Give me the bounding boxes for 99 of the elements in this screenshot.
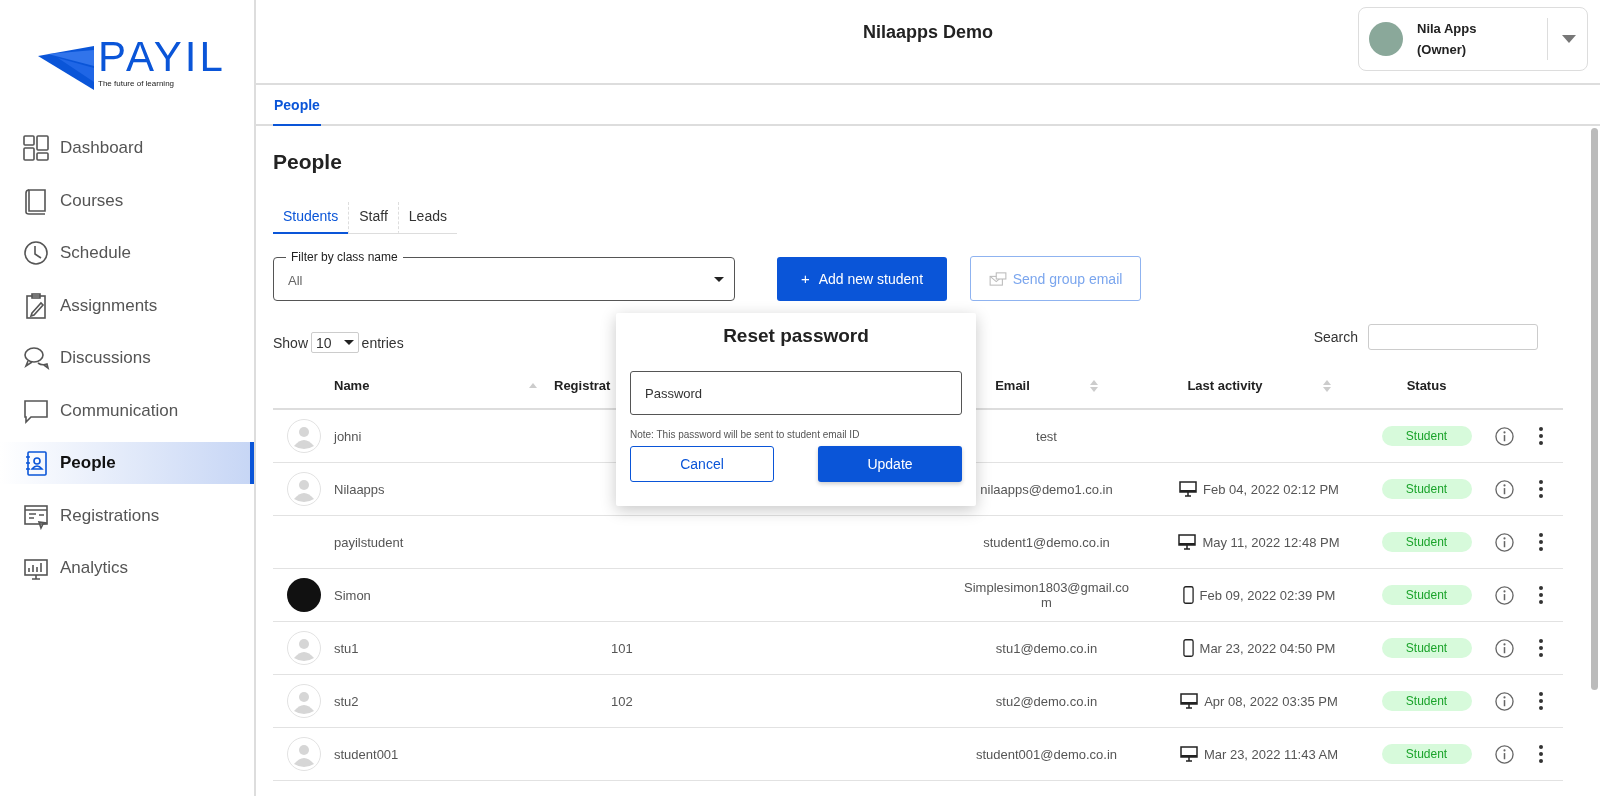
photo-placeholder	[1369, 22, 1403, 56]
status-badge: Student	[1381, 532, 1472, 552]
sidebar-item[interactable]: Assignments	[0, 284, 254, 327]
sidebar-item[interactable]: Discussions	[0, 337, 254, 379]
column-header[interactable]: Name	[334, 378, 554, 393]
name-cell-text: stu2	[334, 693, 360, 709]
more-options-icon[interactable]	[1538, 586, 1543, 604]
sidebar-item[interactable]: Dashboard	[0, 127, 254, 169]
last-activity-cell: Feb 04, 2022 02:12 PM	[1203, 481, 1339, 497]
brand-tagline: The future of learning	[98, 79, 176, 88]
caret-icon	[343, 340, 354, 345]
avatar-silhouette-icon	[286, 419, 321, 453]
avatar-silhouette-icon	[286, 684, 321, 718]
mobile-phone-icon	[1182, 585, 1194, 605]
member-type-tab[interactable]: Students	[273, 202, 349, 234]
brand-name: PAYIL	[98, 36, 226, 78]
status-badge: Student	[1381, 479, 1472, 499]
last-activity-cell: May 11, 2022 12:48 PM	[1202, 534, 1340, 550]
dashboard-icon	[22, 134, 50, 162]
email-cell: stu1@demo.co.in	[995, 640, 1098, 656]
sidebar-item[interactable]: Communication	[0, 389, 254, 432]
dialog-title: Reset password	[722, 325, 870, 347]
password-field[interactable]: Password	[630, 371, 962, 415]
info-icon[interactable]	[1494, 744, 1514, 764]
email-cell: student001@demo.co.in	[975, 746, 1118, 762]
desktop-icon	[1178, 534, 1197, 550]
status-badge: Student	[1381, 744, 1472, 764]
sidebar-item[interactable]: Schedule	[0, 232, 254, 274]
entries-label: entries	[361, 334, 404, 351]
caret-icon	[1562, 35, 1576, 43]
sort-icon	[1322, 379, 1331, 392]
caret-icon	[714, 276, 724, 282]
workspace-title: Nilaapps Demo	[862, 22, 993, 43]
last-activity-cell: Apr 08, 2022 03:35 PM	[1204, 693, 1338, 709]
search-field[interactable]	[1368, 323, 1538, 350]
avatar-silhouette-icon	[286, 737, 321, 771]
desktop-icon	[1180, 693, 1199, 709]
column-header[interactable]: Last activity	[1149, 378, 1369, 393]
info-icon[interactable]	[1494, 532, 1514, 552]
registration-cell: 101	[611, 640, 633, 656]
update-button[interactable]: Update	[818, 446, 962, 482]
email-cell: nilaapps@demo1.co.in	[980, 481, 1113, 497]
status-badge: Student	[1381, 638, 1472, 658]
envelope-icon	[988, 271, 1007, 286]
sort-icon	[529, 383, 538, 388]
sidebar-item[interactable]: Courses	[0, 179, 254, 222]
note-text: Note: This password will be sent to student email ID	[630, 429, 861, 440]
add-student-button[interactable]: + Add new student	[777, 256, 947, 301]
entries-dropdown[interactable]: 10	[311, 332, 359, 353]
chat-bubbles-icon	[22, 344, 50, 372]
email-cell: student1@demo.co.in	[983, 534, 1110, 550]
user-role: (Owner)	[1417, 41, 1468, 59]
clock-icon	[22, 239, 50, 267]
name-cell-text: student001	[334, 746, 400, 762]
email-cell: test	[1036, 428, 1057, 444]
sidebar-item[interactable]: Registrations	[0, 494, 254, 537]
status-badge: Student	[1381, 426, 1472, 446]
photo-placeholder	[286, 578, 321, 612]
last-activity-cell: Feb 09, 2022 02:39 PM	[1199, 587, 1336, 603]
user-menu[interactable]: Nila Apps (Owner)	[1358, 7, 1588, 71]
page-tab[interactable]: People	[273, 85, 321, 126]
user-name: Nila Apps	[1417, 20, 1478, 38]
more-options-icon[interactable]	[1538, 692, 1543, 710]
avatar-silhouette-icon	[286, 472, 321, 506]
last-activity-cell: Mar 23, 2022 04:50 PM	[1199, 640, 1336, 656]
info-icon[interactable]	[1494, 691, 1514, 711]
search-label: Search	[1313, 328, 1358, 345]
desktop-icon	[1179, 746, 1198, 762]
page-title: People	[273, 150, 343, 174]
member-type-tab[interactable]: Staff	[348, 202, 398, 234]
avatar-silhouette-icon	[286, 631, 321, 665]
name-cell-text: Nilaapps	[334, 481, 386, 497]
sort-icon	[1089, 379, 1098, 392]
info-icon[interactable]	[1494, 585, 1514, 605]
status-badge: Student	[1381, 585, 1472, 605]
info-icon[interactable]	[1494, 638, 1514, 658]
last-activity-cell: Mar 23, 2022 11:43 AM	[1203, 746, 1339, 762]
status-badge: Student	[1381, 691, 1472, 711]
sidebar-item[interactable]: Analytics	[0, 547, 254, 589]
mobile-phone-icon	[1182, 638, 1194, 658]
name-cell-text: payilstudent	[334, 534, 405, 550]
email-cell-text: Simplesimon1803@gmail.com	[963, 580, 1130, 610]
name-cell-text: stu1	[334, 640, 360, 656]
more-options-icon[interactable]	[1538, 533, 1543, 551]
column-header[interactable]: Status	[1369, 378, 1484, 393]
more-options-icon[interactable]	[1538, 639, 1543, 657]
email-cell: stu2@demo.co.in	[995, 693, 1098, 709]
info-icon[interactable]	[1494, 479, 1514, 499]
member-type-tab[interactable]: Leads	[397, 202, 457, 234]
more-options-icon[interactable]	[1538, 745, 1543, 763]
registration-cell: 102	[611, 693, 633, 709]
more-options-icon[interactable]	[1538, 480, 1543, 498]
info-icon[interactable]	[1494, 426, 1514, 446]
show-label: Show	[273, 334, 309, 351]
desktop-icon	[1179, 481, 1198, 497]
cancel-button[interactable]: Cancel	[630, 446, 774, 482]
name-cell-text: Simon	[334, 587, 372, 603]
more-options-icon[interactable]	[1538, 427, 1543, 445]
name-cell-text: johni	[334, 428, 363, 444]
